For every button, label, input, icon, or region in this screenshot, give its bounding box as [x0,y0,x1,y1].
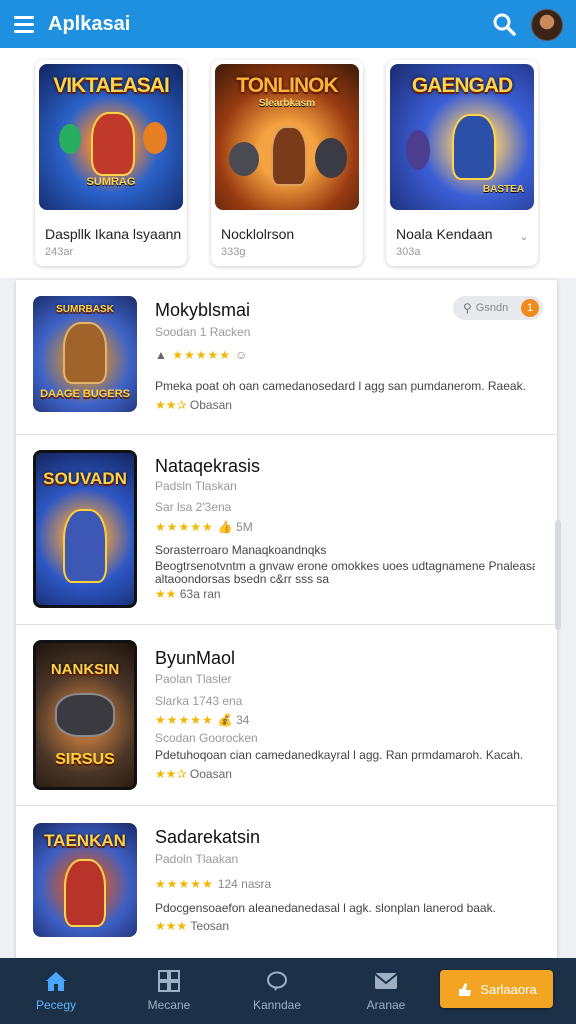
bottom-navigation: Pecegy Mecane Kanndae Aranae Sarlaaora [0,958,576,1024]
nav-item-home[interactable]: Pecegy [11,958,101,1024]
featured-name: Noala Kendaan [396,226,493,242]
app-description: Sorasterroaro Manaqkoandnqks [155,543,327,557]
featured-art-subtitle: Slearbkasm [258,98,316,109]
app-name: ByunMaol [155,648,236,668]
list-item[interactable]: SOUVADN Nataqekrasis Padsln Tlaskan Sar … [16,435,557,625]
app-publisher: Paolan Tlasler [155,672,232,686]
app-publisher: Padoln Tlaakan [155,852,239,866]
primary-action-button[interactable]: Sarlaaora [440,970,553,1008]
featured-art-subtitle: SUMRAG [86,176,136,188]
app-description-2: Beogtrsenotvntm a gnvaw erone omokkes uo… [155,559,535,573]
app-thumbnail: NANKSIN SIRSUS [33,640,137,790]
app-description-3: altaoondorsas bsedn c&rr sss sa [155,572,330,586]
nav-item-mail[interactable]: Aranae [341,958,431,1024]
featured-size: 303a [396,246,421,258]
featured-art: VIKTAEASAI SUMRAG [39,64,183,210]
app-title: Aplkasai [48,12,131,35]
app-publisher: Padsln Tlaskan [155,479,237,493]
rating-stars: ★★★★★ 💰 34 [155,713,250,727]
featured-name: Daspllk Ikana lsyaann [45,226,182,242]
rating-stars: ★★★★★ 👍 5M [155,520,253,534]
featured-art: TONLINOK Slearbkasm [215,64,359,210]
app-meta: ★★✰ Obasan [155,398,232,412]
featured-art-title: TONLINOK [236,74,338,97]
app-description: Scodan Goorocken [155,731,258,745]
app-name: Nataqekrasis [155,456,261,476]
app-stats: Slarka 1743 ena [155,694,243,708]
get-button[interactable]: ⚲ Gsndn 1 [453,296,543,320]
thumbnail-title: SUMRBASK [56,304,114,315]
chevron-down-icon: ⌄ [168,232,177,243]
thumbnail-title: TAENKAN [44,831,126,850]
featured-card[interactable]: GAENGAD BASTEA Noala Kendaan 303a ⌄ [386,60,538,266]
nav-item-chat[interactable]: Kanndae [232,958,322,1024]
home-icon [46,972,66,991]
app-thumbnail: TAENKAN [33,823,137,937]
mail-icon [374,973,398,989]
app-name: Sadarekatsin [155,827,261,847]
thumbnail-subtitle: DAAGE BUGERS [40,388,130,400]
app-list: SUMRBASK DAAGE BUGERS Mokyblsmai Soodan … [16,280,557,958]
list-item[interactable]: NANKSIN SIRSUS ByunMaol Paolan Tlasler S… [16,625,557,806]
app-publisher: Soodan 1 Racken [155,325,251,339]
featured-art: GAENGAD BASTEA [390,64,534,210]
featured-row: VIKTAEASAI SUMRAG Daspllk Ikana lsyaann … [0,48,576,278]
thumbnail-subtitle: SIRSUS [55,751,115,768]
app-meta: ★★ 63a ran [155,587,221,601]
list-item[interactable]: SUMRBASK DAAGE BUGERS Mokyblsmai Soodan … [16,280,557,435]
grid-icon [158,970,180,992]
app-description: Pdocgensoaefon aleanedanedasal l agk. sl… [155,901,496,915]
app-thumbnail: SOUVADN [33,450,137,608]
featured-art-title: VIKTAEASAI [53,74,170,97]
featured-card[interactable]: VIKTAEASAI SUMRAG Daspllk Ikana lsyaann … [35,60,187,266]
list-item[interactable]: TAENKAN Sadarekatsin Padoln Tlaakan ★★★★… [16,806,557,958]
search-icon[interactable] [490,10,518,38]
app-stats: Sar lsa 2'3ena [155,500,232,514]
chevron-down-icon: ⌄ [519,232,528,243]
featured-card[interactable]: TONLINOK Slearbkasm Nocklolrson 333g [211,60,363,266]
thumbnail-title: NANKSIN [50,661,120,678]
rating-stars: ▲ ★★★★★ ☺ [155,348,248,362]
featured-art-subtitle: BASTEA [482,184,524,195]
app-description: Pmeka poat oh oan camedanosedard l agg s… [155,379,526,393]
app-meta: ★★★ Teosan [155,919,230,933]
app-thumbnail: SUMRBASK DAAGE BUGERS [33,296,137,412]
app-name: Mokyblsmai [155,300,251,320]
featured-size: 333g [221,246,246,258]
hand-icon [459,983,472,996]
featured-name: Nocklolrson [221,226,295,242]
avatar[interactable] [531,9,563,41]
featured-size: 243ar [45,246,74,258]
scrollbar[interactable] [555,520,561,630]
search-icon: ⚲ [463,301,472,315]
featured-art-title: GAENGAD [411,74,513,97]
rating-stars: ★★★★★ 124 nasra [155,877,272,891]
nav-item-grid[interactable]: Mecane [124,958,214,1024]
top-app-bar: Aplkasai [0,0,576,48]
hamburger-menu-icon[interactable] [14,10,42,38]
count-badge: 1 [521,299,539,317]
thumbnail-title: SOUVADN [43,469,127,488]
chat-icon [267,971,287,991]
app-meta: ★★✰ Ooasan [155,767,232,781]
app-description-2: Pdetuhoqoan cian camedanedkayral l agg. … [155,748,524,762]
